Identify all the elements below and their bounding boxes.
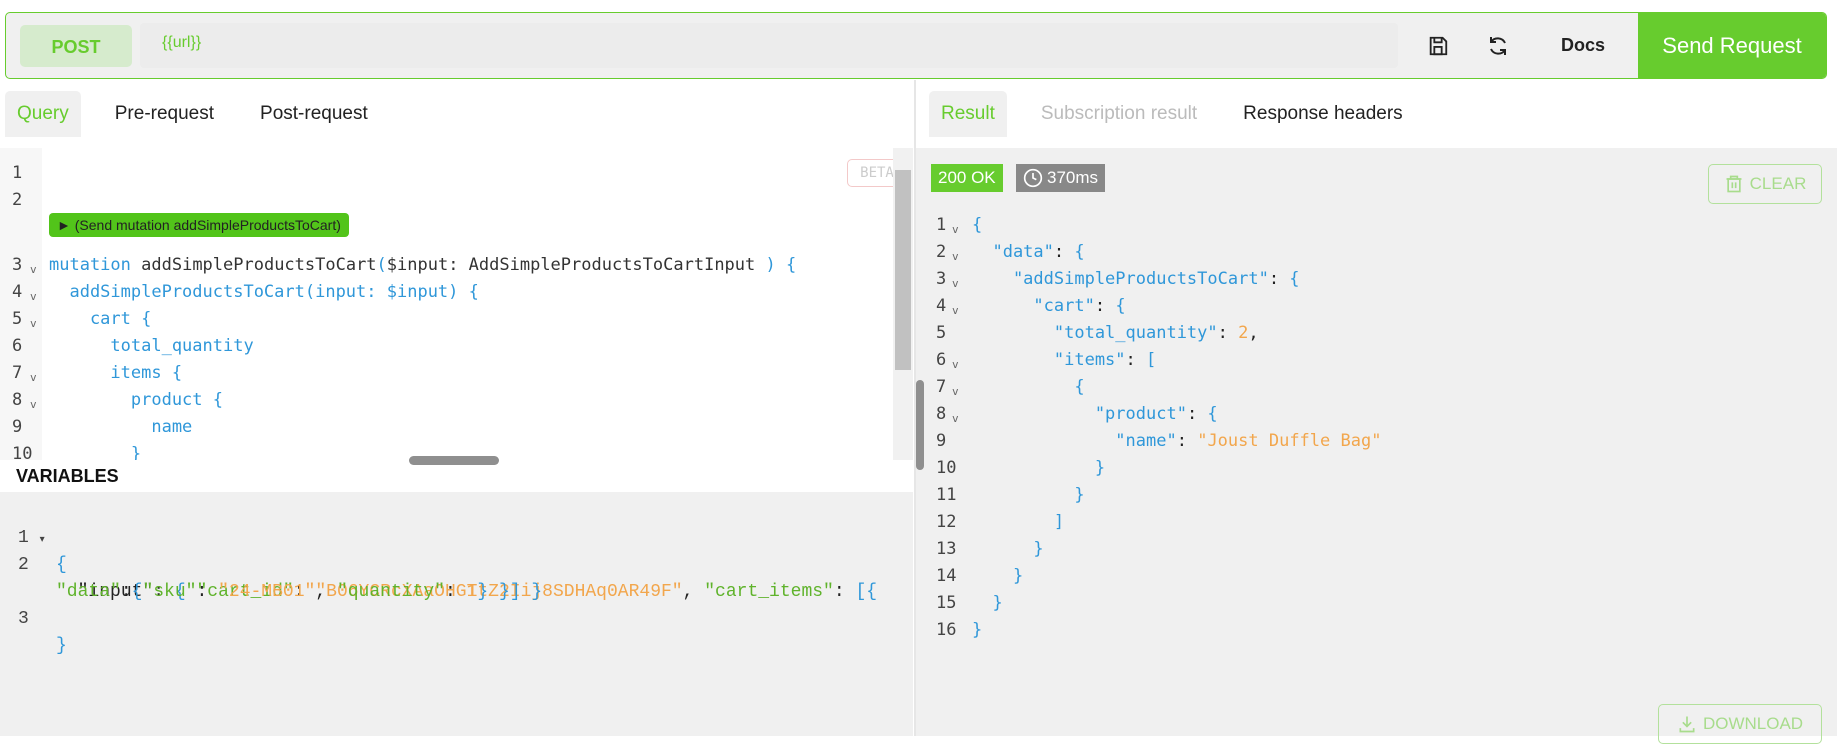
line-number: 9 — [936, 431, 947, 451]
trash-icon — [1726, 175, 1742, 193]
request-bar: POST {{url}} Docs Send Request — [5, 12, 1827, 79]
code-text: "product": { — [972, 404, 1218, 424]
code-line: 3 } — [18, 609, 67, 656]
result-line: 8v "product": { — [916, 401, 1616, 428]
tab-query[interactable]: Query — [5, 91, 81, 137]
line-number: 2 — [12, 190, 23, 210]
variables-editor[interactable]: 1 ▾ { 2 "input": { "cart_id": "B06YCRcXA… — [0, 492, 913, 736]
line-number: 8 — [936, 404, 947, 424]
beta-badge: BETA — [847, 159, 893, 187]
url-input[interactable]: {{url}} — [140, 23, 1398, 68]
result-line: 16} — [916, 617, 1616, 644]
code-text: name — [49, 417, 193, 437]
download-icon — [1679, 716, 1695, 733]
result-line: 1 v{ — [916, 212, 1616, 239]
time-badge: 370ms — [1016, 164, 1106, 192]
save-icon[interactable] — [1408, 16, 1468, 76]
download-button[interactable]: DOWNLOAD — [1658, 704, 1822, 744]
result-line: 6v "items": [ — [916, 347, 1616, 374]
code-line: 2 "input": { "cart_id": "B06YCRcXAaOHGTt… — [18, 555, 878, 602]
line-number: 7 — [936, 377, 947, 397]
tab-subscription-result[interactable]: Subscription result — [1029, 91, 1209, 137]
query-editor[interactable]: ► (Send mutation addSimpleProductsToCart… — [0, 148, 893, 460]
code-text: items { — [49, 363, 183, 383]
line-number: 9 — [12, 417, 23, 437]
clear-button[interactable]: CLEAR — [1708, 164, 1822, 204]
code-text: "name": "Joust Duffle Bag" — [972, 431, 1382, 451]
result-line: 7v { — [916, 374, 1616, 401]
result-line: 11 } — [916, 482, 1616, 509]
code-text: addSimpleProductsToCart(input: $input) { — [49, 282, 479, 302]
line-number: 1 — [12, 163, 23, 183]
tab-response-headers[interactable]: Response headers — [1231, 91, 1415, 137]
result-line: 4v "cart": { — [916, 293, 1616, 320]
docs-button[interactable]: Docs — [1528, 35, 1638, 56]
code-text: { — [972, 377, 1085, 397]
send-mutation-codelens[interactable]: ► (Send mutation addSimpleProductsToCart… — [49, 213, 349, 237]
line-number: 16 — [936, 620, 957, 640]
line-number: 6 — [12, 336, 23, 356]
result-line: 5 "total_quantity": 2, — [916, 320, 1616, 347]
code-text: "addSimpleProductsToCart": { — [972, 269, 1300, 289]
code-text: ] — [972, 512, 1065, 532]
result-line: 9 "name": "Joust Duffle Bag" — [916, 428, 1616, 455]
result-line: 12 ] — [916, 509, 1616, 536]
code-text: "items": [ — [972, 350, 1157, 370]
editor-scrollbar[interactable] — [893, 148, 913, 460]
horizontal-scrollbar[interactable] — [409, 456, 499, 465]
line-number: 11 — [936, 485, 957, 505]
code-text: } — [972, 620, 983, 640]
code-text: product { — [49, 390, 223, 410]
result-line: 10 } — [916, 455, 1616, 482]
line-number: 13 — [936, 539, 957, 559]
code-line: "data":{"sku": "24-MB01", "quantity": 1}… — [56, 582, 543, 602]
variables-title: VARIABLES — [16, 466, 119, 486]
code-text: "data": { — [972, 242, 1085, 262]
line-number: 14 — [936, 566, 957, 586]
query-pane: ► (Send mutation addSimpleProductsToCart… — [0, 148, 914, 736]
quantity-value: 1 — [466, 582, 478, 602]
code-line: 1 ▾ { — [18, 528, 67, 575]
scrollbar-thumb[interactable] — [895, 170, 911, 370]
line-number: 6 — [936, 350, 947, 370]
result-tabs: Result Subscription result Response head… — [929, 91, 1437, 137]
sku-value: 24-MB01 — [228, 582, 305, 602]
code-text: } — [49, 444, 142, 460]
code-text: } — [972, 458, 1106, 478]
code-text: } — [972, 485, 1085, 505]
code-text: "total_quantity": 2, — [972, 323, 1259, 343]
line-number: 12 — [936, 512, 957, 532]
line-number: 2 — [936, 242, 947, 262]
tab-post-request[interactable]: Post-request — [248, 91, 380, 137]
result-line: 15 } — [916, 590, 1616, 617]
line-number: 10 — [12, 444, 33, 460]
line-number: 3 — [936, 269, 947, 289]
code-text: } — [972, 593, 1003, 613]
code-text: { — [972, 215, 983, 235]
line-number: 1 — [936, 215, 947, 235]
result-line: 13 } — [916, 536, 1616, 563]
line-number: 5 — [936, 323, 947, 343]
line-number: 4 — [936, 296, 947, 316]
result-line: 14 } — [916, 563, 1616, 590]
send-request-button[interactable]: Send Request — [1638, 13, 1826, 78]
code-text: cart { — [49, 309, 152, 329]
status-badge: 200 OK — [931, 164, 1003, 192]
code-text: mutation addSimpleProductsToCart($input:… — [49, 255, 797, 275]
code-text: total_quantity — [49, 336, 254, 356]
tab-pre-request[interactable]: Pre-request — [103, 91, 226, 137]
query-tabs: Query Pre-request Post-request — [5, 91, 402, 137]
code-text: "cart": { — [972, 296, 1126, 316]
clock-icon — [1023, 168, 1043, 188]
refresh-icon[interactable] — [1468, 16, 1528, 76]
code-text: } — [972, 539, 1044, 559]
line-number: 15 — [936, 593, 957, 613]
code-text: } — [972, 566, 1024, 586]
result-pane: 200 OK 370ms CLEAR 1 v{2 v "data": {3 v "ad… — [916, 148, 1837, 744]
tab-result[interactable]: Result — [929, 91, 1007, 137]
line-number: 10 — [936, 458, 957, 478]
method-select[interactable]: POST — [20, 24, 132, 67]
result-line: 3v "addSimpleProductsToCart": { — [916, 266, 1616, 293]
result-line: 2v "data": { — [916, 239, 1616, 266]
